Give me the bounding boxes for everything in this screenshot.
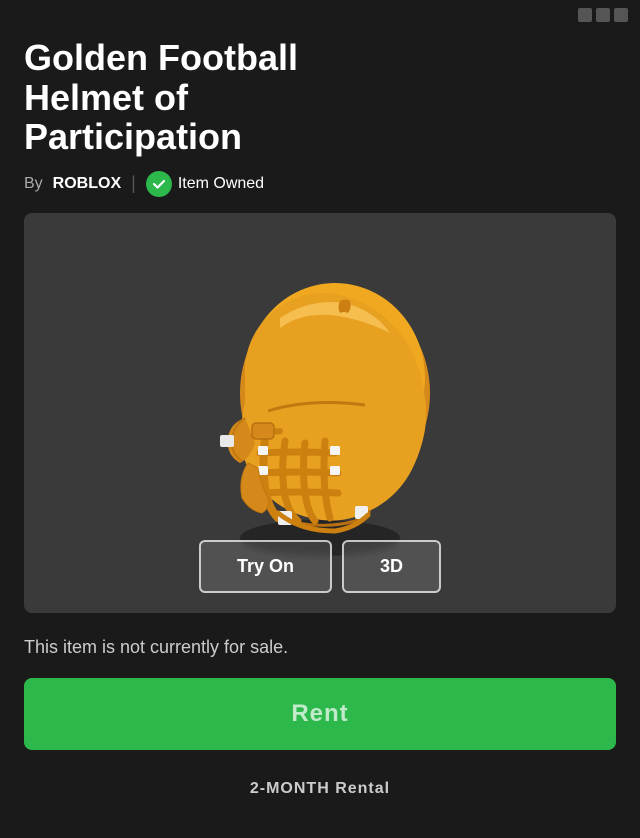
view-3d-button[interactable]: 3D [342,540,441,593]
top-bar-dot-1 [578,8,592,22]
rent-button[interactable]: Rent [24,678,616,750]
header-section: Golden Football Helmet of Participation … [0,30,640,213]
checkmark-icon [152,177,166,191]
top-bar-dot-2 [596,8,610,22]
item-meta: By ROBLOX | Item Owned [24,171,616,197]
sale-info-section: This item is not currently for sale. Ren… [0,613,640,766]
preview-buttons: Try On 3D [199,540,441,593]
preview-container: Try On 3D [24,213,616,613]
top-bar [0,0,640,30]
rental-period: 2-MONTH Rental [0,766,640,812]
sale-status-text: This item is not currently for sale. [24,637,616,658]
meta-divider: | [131,173,136,194]
top-bar-dot-3 [614,8,628,22]
item-title: Golden Football Helmet of Participation [24,38,616,157]
creator-name: ROBLOX [53,175,121,193]
owned-check-icon [146,171,172,197]
helmet-svg [190,263,450,563]
helmet-visual [190,263,450,563]
try-on-button[interactable]: Try On [199,540,332,593]
by-label: By [24,175,43,193]
owned-badge: Item Owned [146,171,264,197]
owned-text: Item Owned [178,175,264,193]
